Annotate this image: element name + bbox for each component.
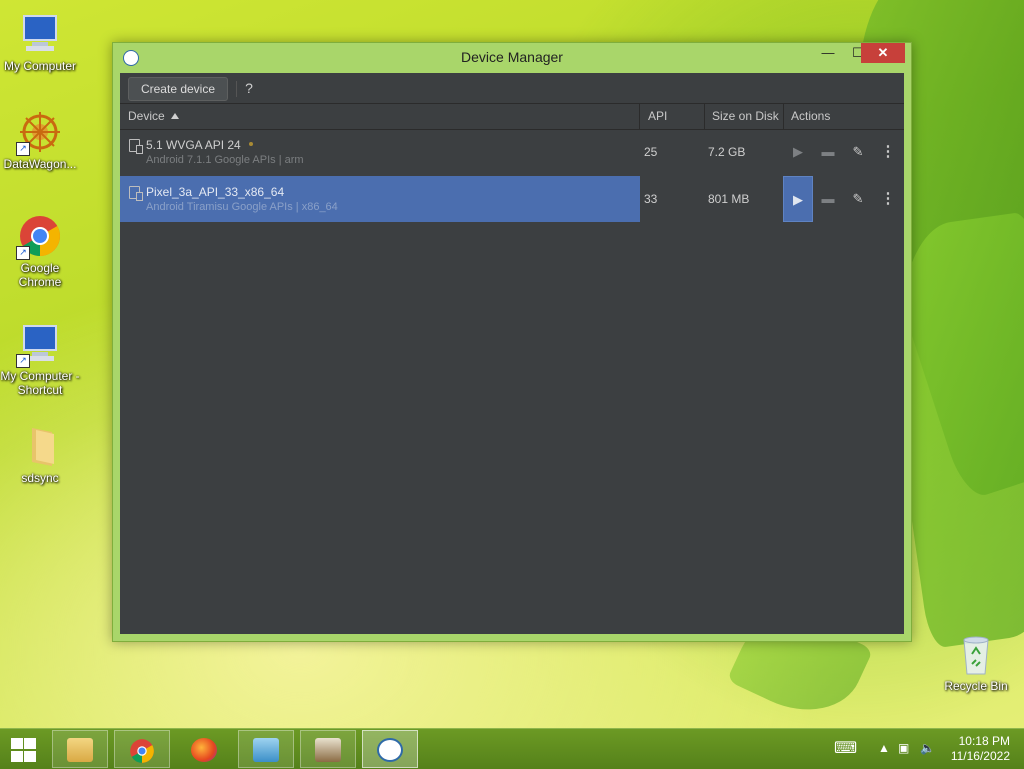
- taskbar-app-installer[interactable]: [300, 730, 356, 768]
- column-header-api[interactable]: API: [640, 104, 705, 129]
- table-row-selected[interactable]: Pixel_3a_API_33_x86_64 Android Tiramisu …: [120, 176, 904, 222]
- toolbar-divider: [236, 81, 237, 97]
- desktop-icon-my-computer-shortcut[interactable]: ↗ My Computer - Shortcut: [0, 322, 80, 397]
- edit-pencil-icon[interactable]: ✎: [843, 184, 873, 214]
- folder-icon: [18, 424, 62, 468]
- device-phone-icon: [129, 139, 143, 154]
- device-manager-window: Device Manager — ☐ ✕ Create device ? Dev…: [112, 42, 912, 642]
- taskbar-android-studio[interactable]: [362, 730, 418, 768]
- title-bar[interactable]: Device Manager — ☐ ✕: [113, 43, 911, 73]
- device-phone-icon: [129, 186, 143, 201]
- device-cell[interactable]: Pixel_3a_API_33_x86_64 Android Tiramisu …: [120, 176, 640, 222]
- taskbar-firefox[interactable]: [176, 730, 232, 768]
- device-description: Android 7.1.1 Google APIs | arm: [146, 154, 304, 166]
- device-description: Android Tiramisu Google APIs | x86_64: [146, 201, 338, 213]
- shortcut-arrow-icon: ↗: [16, 354, 30, 368]
- clock-date: 11/16/2022: [950, 749, 1010, 763]
- computer-icon: [18, 12, 62, 56]
- clock[interactable]: 10:18 PM 11/16/2022: [951, 734, 1010, 764]
- run-icon[interactable]: ▶: [783, 176, 813, 222]
- folder-icon[interactable]: ▬: [813, 184, 843, 214]
- datawagon-icon: ↗: [16, 110, 62, 156]
- device-name: Pixel_3a_API_33_x86_64: [146, 185, 285, 199]
- firefox-icon: [191, 738, 217, 762]
- taskbar-google-chrome[interactable]: [114, 730, 170, 768]
- minimize-button[interactable]: —: [813, 43, 843, 63]
- column-header-size[interactable]: Size on Disk: [705, 104, 784, 129]
- taskbar: ⌨ ▲ ▣ 🔈 10:18 PM 11/16/2022: [0, 728, 1024, 769]
- status-dot-icon: [248, 142, 253, 146]
- column-header-actions: Actions: [791, 109, 831, 123]
- api-level: 33: [644, 192, 658, 206]
- column-header-device[interactable]: Device: [120, 104, 640, 129]
- more-options-icon[interactable]: ⋮: [873, 137, 903, 167]
- desktop-icon-sdsync[interactable]: sdsync: [0, 424, 80, 485]
- size-on-disk: 7.2 GB: [708, 145, 746, 159]
- size-on-disk: 801 MB: [708, 192, 750, 206]
- close-button[interactable]: ✕: [861, 43, 905, 63]
- desktop-icon-label: My Computer - Shortcut: [0, 369, 80, 397]
- shortcut-arrow-icon: ↗: [16, 142, 30, 156]
- create-device-button[interactable]: Create device: [128, 77, 228, 101]
- taskbar-control-panel[interactable]: [238, 730, 294, 768]
- desktop-icon-label: Recycle Bin: [944, 679, 1008, 693]
- clock-time: 10:18 PM: [958, 734, 1010, 748]
- chrome-icon: [129, 738, 155, 763]
- control-panel-icon: [253, 738, 279, 762]
- shortcut-arrow-icon: ↗: [16, 246, 30, 260]
- desktop-icon-label: DataWagon...: [3, 157, 77, 171]
- help-button[interactable]: ?: [240, 78, 258, 98]
- network-icon[interactable]: ▣: [898, 741, 909, 755]
- keyboard-icon[interactable]: ⌨: [834, 738, 857, 758]
- device-name: 5.1 WVGA API 24: [146, 138, 241, 152]
- more-options-icon[interactable]: ⋮: [873, 184, 903, 214]
- desktop-icon-my-computer[interactable]: My Computer: [0, 12, 80, 73]
- android-studio-icon: [377, 738, 403, 762]
- api-level: 25: [644, 145, 658, 159]
- desktop-icon-google-chrome[interactable]: ↗ Google Chrome: [0, 214, 80, 289]
- device-cell[interactable]: 5.1 WVGA API 24 Android 7.1.1 Google API…: [120, 129, 640, 175]
- file-explorer-icon: [67, 738, 93, 762]
- device-manager-panel: Create device ? Device API Size on Disk …: [120, 73, 904, 634]
- desktop-icon-label: sdsync: [21, 471, 59, 485]
- recycle-bin-icon: [954, 632, 998, 676]
- taskbar-file-explorer[interactable]: [52, 730, 108, 768]
- volume-muted-icon[interactable]: 🔈: [920, 741, 935, 755]
- run-icon[interactable]: ▶: [783, 137, 813, 167]
- sort-ascending-icon: [170, 113, 179, 119]
- app-installer-icon: [315, 738, 341, 762]
- folder-icon[interactable]: ▬: [813, 137, 843, 167]
- window-title: Device Manager: [461, 49, 563, 65]
- table-header: Device API Size on Disk Actions: [120, 104, 904, 130]
- chrome-icon: ↗: [16, 214, 62, 260]
- show-hidden-icons-icon[interactable]: ▲: [878, 741, 890, 755]
- table-row[interactable]: 5.1 WVGA API 24 Android 7.1.1 Google API…: [120, 129, 904, 175]
- desktop-icon-datawagon[interactable]: ↗ DataWagon...: [0, 110, 80, 171]
- start-button[interactable]: [8, 737, 38, 763]
- computer-icon: ↗: [16, 322, 62, 368]
- desktop-icon-label: My Computer: [3, 59, 77, 73]
- desktop-icon-label: Google Chrome: [18, 261, 62, 289]
- toolbar: Create device ?: [120, 73, 904, 104]
- edit-pencil-icon[interactable]: ✎: [843, 137, 873, 167]
- desktop-icon-recycle-bin[interactable]: Recycle Bin: [936, 632, 1016, 693]
- system-tray: ⌨ ▲ ▣ 🔈 10:18 PM 11/16/2022: [824, 729, 1024, 769]
